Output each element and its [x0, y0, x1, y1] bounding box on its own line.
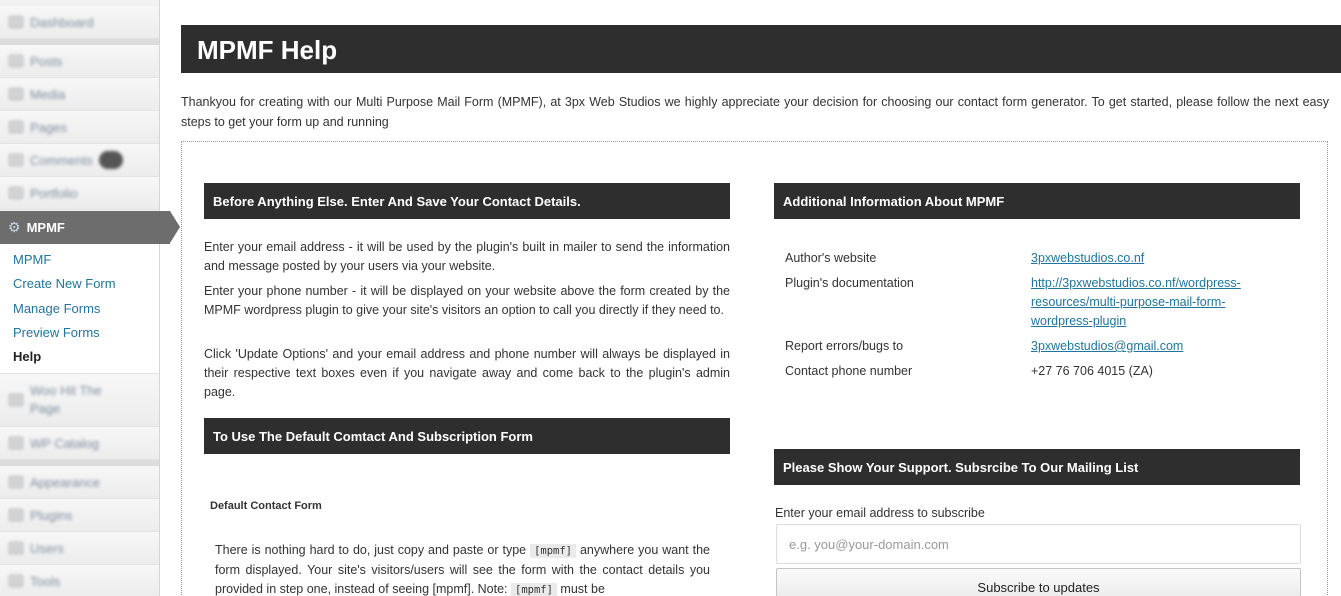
menu-item-label: Appearance: [30, 474, 101, 490]
info-label-contact-phone: Contact phone number: [785, 364, 913, 378]
documentation-link[interactable]: http://3pxwebstudios.co.nf/wordpress-res…: [1031, 274, 1276, 331]
submenu-item-preview-forms[interactable]: Preview Forms: [13, 325, 100, 340]
default-contact-form-title: Default Contact Form: [210, 500, 322, 512]
tools-icon: [8, 574, 24, 588]
instruction-text: There is nothing hard to do, just copy a…: [215, 543, 531, 557]
menu-item-tools[interactable]: Tools: [0, 565, 159, 596]
menu-item-comments[interactable]: Comments: [0, 144, 159, 177]
bug-report-email-link[interactable]: 3pxwebstudios@gmail.com: [1031, 337, 1183, 356]
mpmf-submenu: MPMF Create New Form Manage Forms Previe…: [0, 244, 159, 374]
media-icon: [8, 87, 24, 101]
menu-item-woo-plugin[interactable]: Woo Hit The Page: [0, 374, 159, 427]
menu-item-plugins[interactable]: Plugins: [0, 499, 159, 532]
menu-item-label: MPMF: [26, 220, 65, 235]
portfolio-icon: [8, 186, 24, 200]
menu-item-wp-catalog[interactable]: WP Catalog: [0, 427, 159, 460]
users-icon: [8, 541, 24, 555]
submenu-item-manage-forms[interactable]: Manage Forms: [13, 301, 100, 316]
menu-item-appearance[interactable]: Appearance: [0, 466, 159, 499]
menu-item-label: Media: [30, 86, 66, 102]
subscribe-button[interactable]: Subscribe to updates: [776, 568, 1301, 596]
menu-item-label: Portfolio: [30, 185, 78, 201]
comments-icon: [8, 153, 24, 167]
menu-item-posts[interactable]: Posts: [0, 45, 159, 78]
step-update-options-text: Click 'Update Options' and your email ad…: [204, 347, 730, 399]
menu-item-label: Plugins: [30, 507, 73, 523]
contact-phone-value: +27 76 706 4015 (ZA): [1031, 364, 1153, 378]
menu-item-portfolio[interactable]: Portfolio: [0, 177, 159, 210]
subscribe-email-label: Enter your email address to subscribe: [775, 506, 985, 520]
submenu-item-help[interactable]: Help: [13, 349, 41, 364]
plugin-icon: [8, 393, 24, 407]
info-label-author-website: Author's website: [785, 251, 877, 265]
page-title-bar: MPMF Help: [181, 25, 1341, 73]
menu-item-label: Users: [30, 540, 64, 556]
menu-item-label: Woo Hit The Page: [30, 383, 102, 416]
step-email-text: Enter your email address - it will be us…: [204, 240, 730, 273]
shortcode-snippet: [mpmf]: [530, 544, 577, 558]
menu-item-label: Comments: [30, 152, 93, 168]
menu-item-users[interactable]: Users: [0, 532, 159, 565]
section-header-support: Please Show Your Support. Subsrcibe To O…: [774, 449, 1300, 485]
info-label-documentation: Plugin's documentation: [785, 276, 914, 290]
menu-item-dashboard[interactable]: Dashboard: [0, 6, 159, 39]
submenu-item-mpmf[interactable]: MPMF: [13, 252, 51, 267]
catalog-icon: [8, 436, 24, 450]
intro-text: Thankyou for creating with our Multi Pur…: [181, 95, 1329, 129]
menu-item-label: Pages: [30, 119, 67, 135]
comment-count-badge: [98, 151, 123, 169]
shortcode-snippet: [mpmf]: [511, 583, 557, 596]
menu-item-media[interactable]: Media: [0, 78, 159, 111]
page-title: MPMF Help: [197, 35, 338, 65]
subscribe-email-input[interactable]: [776, 524, 1301, 564]
section-header-contact-details: Before Anything Else. Enter And Save You…: [204, 183, 730, 219]
appearance-icon: [8, 475, 24, 489]
submenu-item-create-new-form[interactable]: Create New Form: [13, 276, 116, 291]
admin-sidebar: Dashboard Posts Media Pages Comments Por…: [0, 0, 160, 596]
plugins-icon: [8, 508, 24, 522]
menu-item-pages[interactable]: Pages: [0, 111, 159, 144]
dashboard-icon: [8, 15, 24, 29]
menu-item-label: Tools: [30, 573, 61, 589]
section-title: To Use The Default Comtact And Subscript…: [213, 428, 533, 444]
section-title: Before Anything Else. Enter And Save You…: [213, 193, 581, 209]
section-header-default-form: To Use The Default Comtact And Subscript…: [204, 418, 730, 454]
menu-item-label: Posts: [30, 53, 63, 69]
menu-item-label: Dashboard: [30, 14, 94, 30]
step-phone-text: Enter your phone number - it will be dis…: [204, 284, 730, 317]
gear-icon: ⚙: [8, 219, 21, 235]
menu-item-mpmf-current[interactable]: ⚙ MPMF: [0, 211, 170, 244]
author-website-link[interactable]: 3pxwebstudios.co.nf: [1031, 249, 1144, 268]
section-header-additional-info: Additional Information About MPMF: [774, 183, 1300, 219]
default-form-instructions: There is nothing hard to do, just copy a…: [215, 541, 710, 596]
menu-item-label: WP Catalog: [30, 435, 100, 451]
section-title: Please Show Your Support. Subsrcibe To O…: [783, 459, 1139, 475]
section-title: Additional Information About MPMF: [783, 193, 1005, 209]
info-label-report-bugs: Report errors/bugs to: [785, 339, 904, 353]
posts-icon: [8, 54, 24, 68]
instruction-text: must be: [556, 582, 605, 596]
pages-icon: [8, 120, 24, 134]
